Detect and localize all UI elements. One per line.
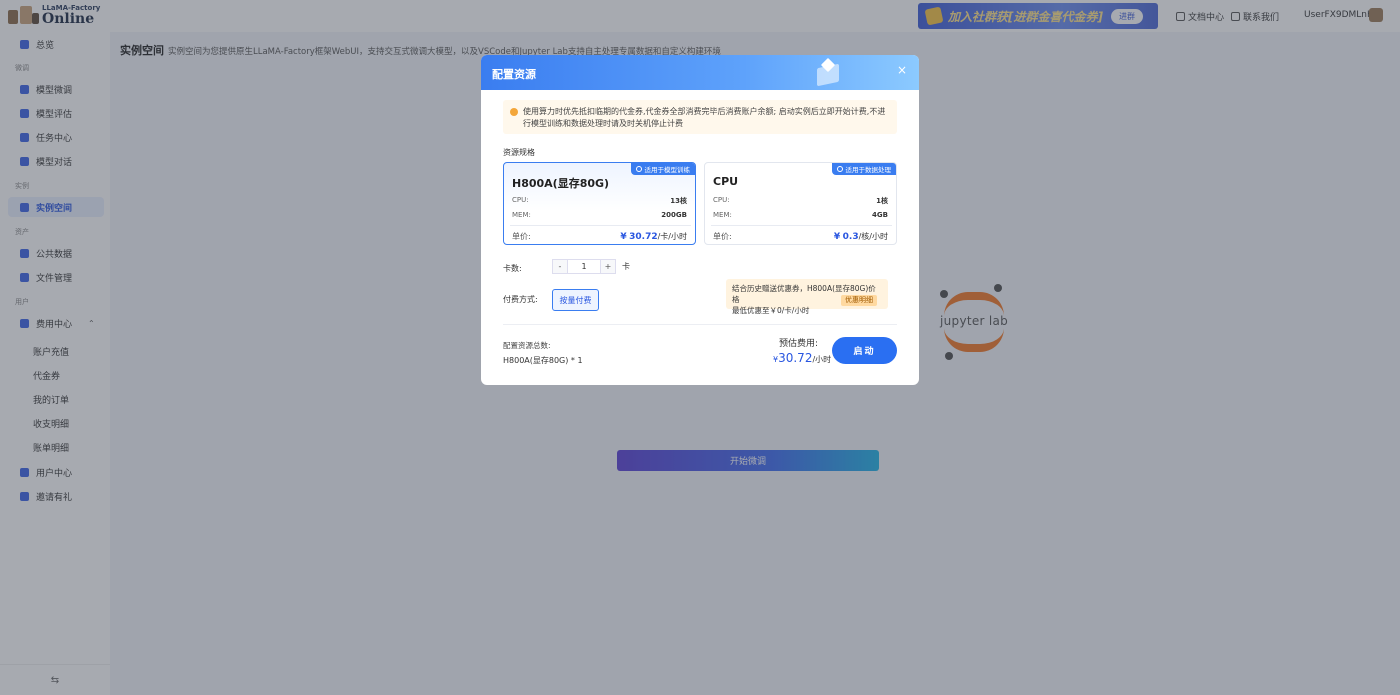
card-count-label: 卡数: xyxy=(503,264,522,273)
card-price: ¥ 30.72/卡/小时 xyxy=(620,231,687,242)
configure-resource-modal: 配置资源 × 使用算力时优先抵扣临期的代金券,代金券全部消费完毕后消费账户余额;… xyxy=(481,55,919,385)
card-name: H800A(显存80G) xyxy=(512,177,610,190)
card-cpu-row: CPU: 1核 xyxy=(713,196,888,205)
spec-label: 资源规格 xyxy=(503,148,535,157)
estimate-number: 30.72 xyxy=(778,351,813,365)
card-name: CPU xyxy=(713,175,739,188)
settings-icon xyxy=(836,166,843,172)
card-unit: 卡 xyxy=(622,262,630,271)
promo-box: 结合历史赠送优惠券，H800A(显存80G)价格 最低优惠至￥0/卡/小时 优惠… xyxy=(726,279,888,315)
card-count-value[interactable]: 1 xyxy=(568,259,600,274)
estimate-label: 预估费用: xyxy=(779,339,819,349)
card-mem-row: MEM: 200GB xyxy=(512,211,687,219)
card-divider xyxy=(510,225,691,226)
card-price: ¥ 0.3/核/小时 xyxy=(834,231,888,242)
price-currency: ¥ xyxy=(620,232,627,242)
estimate-unit: /小时 xyxy=(812,355,832,364)
price-unit: /核/小时 xyxy=(858,232,888,241)
cpu-value: 13核 xyxy=(670,197,687,205)
card-tag: 适用于模型训练 xyxy=(630,163,695,175)
card-mem-row: MEM: 4GB xyxy=(713,211,888,219)
modal-divider xyxy=(503,324,897,325)
card-tag-label: 适用于数据处理 xyxy=(845,166,892,174)
notice-text: 使用算力时优先抵扣临期的代金券,代金券全部消费完毕后消费账户余额; 启动实例后立… xyxy=(523,107,886,128)
mem-label: MEM: xyxy=(512,211,531,219)
launch-button[interactable]: 启动 xyxy=(832,337,897,364)
cpu-label: CPU: xyxy=(713,196,730,204)
card-divider xyxy=(711,225,892,226)
card-count-stepper: - 1 + 卡 xyxy=(552,259,630,274)
resource-card-gpu[interactable]: 适用于模型训练 H800A(显存80G) CPU: 13核 MEM: 200GB… xyxy=(503,162,696,245)
lock-icon xyxy=(635,166,642,172)
price-number: 30.72 xyxy=(629,232,658,242)
cpu-value: 1核 xyxy=(876,197,888,205)
resource-card-cpu[interactable]: 适用于数据处理 CPU CPU: 1核 MEM: 4GB 单价: ¥ 0.3/核… xyxy=(704,162,897,245)
pay-as-you-go-option[interactable]: 按量付费 xyxy=(552,289,599,311)
cpu-label: CPU: xyxy=(512,196,529,204)
summary-value: H800A(显存80G) * 1 xyxy=(503,356,583,365)
decrement-button[interactable]: - xyxy=(552,259,568,274)
price-currency: ¥ xyxy=(833,232,841,242)
pay-method-label: 付费方式: xyxy=(503,295,538,304)
promo-line-2: 最低优惠至￥0/卡/小时 xyxy=(732,306,810,315)
promo-details-button[interactable]: 优惠明细 xyxy=(841,295,877,306)
mem-label: MEM: xyxy=(713,211,732,219)
mem-value: 4GB xyxy=(872,211,888,219)
modal-title: 配置资源 xyxy=(492,68,536,81)
card-tag: 适用于数据处理 xyxy=(831,163,896,175)
card-tag-label: 适用于模型训练 xyxy=(644,166,691,174)
summary-label: 配置资源总数: xyxy=(503,341,551,350)
close-icon[interactable]: × xyxy=(897,63,907,77)
price-number: 0.3 xyxy=(842,232,859,242)
increment-button[interactable]: + xyxy=(600,259,616,274)
warning-icon xyxy=(510,108,518,116)
billing-notice: 使用算力时优先抵扣临期的代金券,代金券全部消费完毕后消费账户余额; 启动实例后立… xyxy=(503,100,897,134)
cube-icon xyxy=(807,57,851,90)
price-label: 单价: xyxy=(713,232,732,241)
mem-value: 200GB xyxy=(661,211,687,219)
card-cpu-row: CPU: 13核 xyxy=(512,196,687,205)
price-label: 单价: xyxy=(512,232,531,241)
price-unit: /卡/小时 xyxy=(657,232,687,241)
modal-header: 配置资源 × xyxy=(481,55,919,90)
estimate-value: ¥30.72/小时 xyxy=(773,351,831,365)
